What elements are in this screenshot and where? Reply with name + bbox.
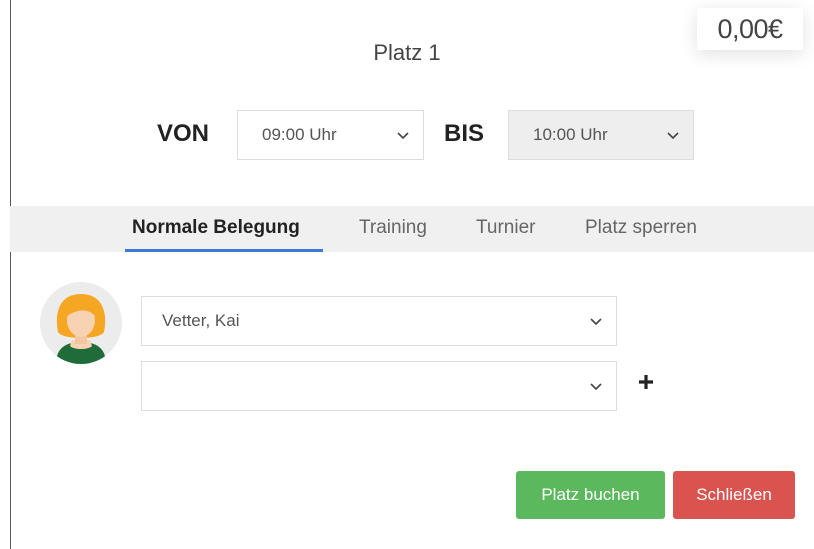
to-time-select[interactable]: 10:00 Uhr bbox=[508, 110, 694, 160]
to-time-value: 10:00 Uhr bbox=[533, 125, 608, 144]
page-title: Platz 1 bbox=[373, 40, 441, 65]
from-label: VON bbox=[157, 120, 210, 147]
to-label: BIS bbox=[444, 120, 485, 147]
active-tab-indicator bbox=[125, 249, 323, 252]
player-1-value: Vetter, Kai bbox=[162, 311, 240, 330]
avatar bbox=[40, 282, 122, 364]
from-time-value: 09:00 Uhr bbox=[262, 125, 337, 144]
booking-type-tabs: Normale Belegung Training Turnier Platz … bbox=[10, 206, 814, 252]
chevron-down-icon bbox=[576, 379, 616, 393]
chevron-down-icon bbox=[383, 128, 423, 142]
player-2-select[interactable] bbox=[141, 361, 617, 411]
tab-normale-belegung[interactable]: Normale Belegung bbox=[132, 206, 300, 252]
time-range: VON 09:00 Uhr BIS 10:00 Uhr bbox=[0, 110, 814, 160]
player-1-select[interactable]: Vetter, Kai bbox=[141, 296, 617, 346]
chevron-down-icon bbox=[653, 128, 693, 142]
chevron-down-icon bbox=[576, 314, 616, 328]
tab-turnier[interactable]: Turnier bbox=[476, 206, 535, 252]
tab-training[interactable]: Training bbox=[359, 206, 427, 252]
from-time-select[interactable]: 09:00 Uhr bbox=[237, 110, 424, 160]
tab-platz-sperren[interactable]: Platz sperren bbox=[585, 206, 697, 252]
book-court-button[interactable]: Platz buchen bbox=[516, 471, 665, 519]
add-player-icon[interactable] bbox=[634, 370, 658, 394]
left-border bbox=[10, 0, 11, 549]
close-button[interactable]: Schließen bbox=[673, 471, 795, 519]
